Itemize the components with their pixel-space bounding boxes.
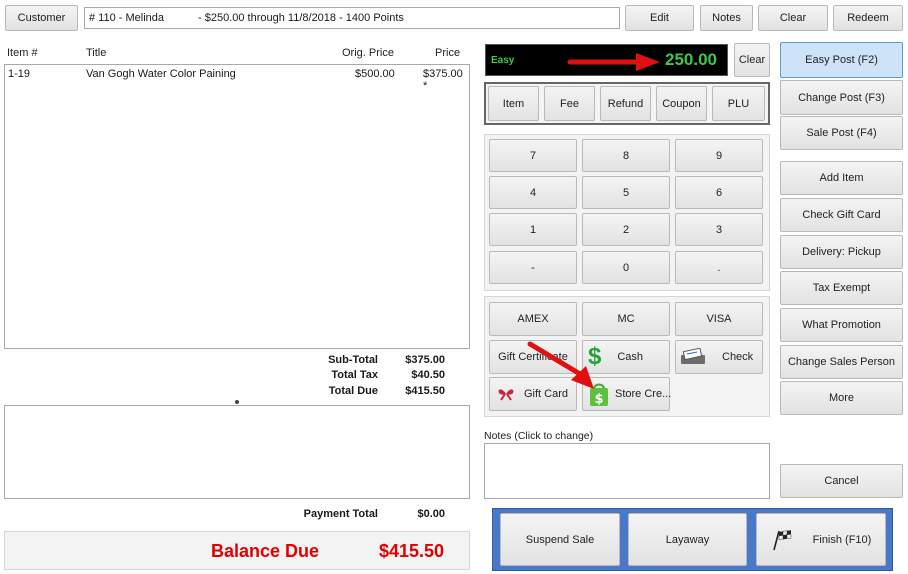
table-row[interactable]: 1-19 Van Gogh Water Color Paining $500.0… — [5, 68, 469, 92]
easy-post-button[interactable]: Easy Post (F2) — [780, 42, 903, 78]
total-due-label: Total Due — [328, 385, 378, 397]
row-title: Van Gogh Water Color Paining — [86, 68, 236, 80]
splitter-handle[interactable] — [235, 400, 239, 404]
tender-store-credit-button[interactable]: $ Store Cre... — [582, 377, 672, 411]
key-6[interactable]: 6 — [675, 176, 763, 209]
clear-customer-button[interactable]: Clear — [758, 5, 828, 31]
change-sales-person-button[interactable]: Change Sales Person — [780, 345, 903, 379]
column-item-number: Item # — [7, 47, 38, 59]
gift-bow-icon — [497, 387, 515, 401]
check-gift-card-button[interactable]: Check Gift Card — [780, 198, 903, 232]
items-list[interactable]: 1-19 Van Gogh Water Color Paining $500.0… — [4, 64, 470, 349]
subtotal-value: $375.00 — [405, 354, 445, 366]
amount-display: Easy 250.00 — [485, 44, 728, 76]
redeem-button[interactable]: Redeem — [833, 5, 903, 31]
key-decimal[interactable]: . — [675, 251, 763, 284]
customer-info-field: # 110 - Melinda - $250.00 through 11/8/2… — [84, 7, 620, 29]
redacted-area — [164, 12, 199, 24]
check-printer-icon — [680, 348, 706, 366]
balance-due-panel: Balance Due $415.50 — [4, 531, 470, 570]
balance-due-label: Balance Due — [211, 541, 320, 561]
balance-due-value: $415.50 — [379, 541, 445, 561]
sale-post-button[interactable]: Sale Post (F4) — [780, 116, 903, 150]
column-orig-price: Orig. Price — [342, 47, 394, 59]
key-8[interactable]: 8 — [582, 139, 670, 172]
layaway-button[interactable]: Layaway — [628, 513, 747, 566]
svg-text:$: $ — [594, 392, 603, 407]
change-post-button[interactable]: Change Post (F3) — [780, 80, 903, 115]
customer-details: - $250.00 through 11/8/2018 - 1400 Point… — [198, 12, 404, 24]
gift-card-label: Gift Card — [524, 388, 569, 400]
item-type-refund[interactable]: Refund — [600, 86, 651, 121]
add-item-button[interactable]: Add Item — [780, 161, 903, 195]
finish-label: Finish (F10) — [812, 533, 872, 546]
key-2[interactable]: 2 — [582, 213, 670, 246]
key-9[interactable]: 9 — [675, 139, 763, 172]
checkered-flag-icon — [771, 529, 795, 551]
payment-total-label: Payment Total — [303, 508, 378, 520]
total-tax-label: Total Tax — [331, 369, 378, 381]
key-3[interactable]: 3 — [675, 213, 763, 246]
tax-exempt-button[interactable]: Tax Exempt — [780, 271, 903, 305]
clear-amount-button[interactable]: Clear — [734, 43, 770, 77]
item-type-fee[interactable]: Fee — [544, 86, 595, 121]
tender-amex-button[interactable]: AMEX — [489, 302, 577, 336]
edit-button[interactable]: Edit — [625, 5, 694, 31]
key-minus[interactable]: - — [489, 251, 577, 284]
tender-mc-button[interactable]: MC — [582, 302, 670, 336]
column-title: Title — [86, 47, 107, 59]
tender-gift-certificate-button[interactable]: Gift Certificate — [489, 340, 577, 374]
tender-gift-card-button[interactable]: Gift Card — [489, 377, 577, 411]
more-button[interactable]: More — [780, 381, 903, 415]
total-tax-value: $40.50 — [411, 369, 445, 381]
item-type-item[interactable]: Item — [488, 86, 539, 121]
row-price: $375.00 * — [423, 68, 463, 92]
payment-total-value: $0.00 — [417, 508, 445, 520]
total-due-value: $415.50 — [405, 385, 445, 397]
what-promotion-button[interactable]: What Promotion — [780, 308, 903, 342]
check-label: Check — [722, 351, 754, 363]
store-credit-label: Store Cre... — [615, 388, 672, 400]
key-7[interactable]: 7 — [489, 139, 577, 172]
subtotal-label: Sub-Total — [328, 354, 378, 366]
key-5[interactable]: 5 — [582, 176, 670, 209]
key-1[interactable]: 1 — [489, 213, 577, 246]
item-type-coupon[interactable]: Coupon — [656, 86, 707, 121]
tender-visa-button[interactable]: VISA — [675, 302, 763, 336]
customer-name: # 110 - Melinda — [89, 12, 165, 24]
notes-box[interactable] — [484, 443, 770, 499]
cancel-button[interactable]: Cancel — [780, 464, 903, 498]
dollar-sign-icon: $ — [588, 343, 602, 370]
row-orig-price: $500.00 — [355, 68, 395, 80]
column-price: Price — [435, 47, 461, 59]
shopping-bag-icon: $ — [588, 381, 610, 407]
tender-cash-button[interactable]: $ Cash — [582, 340, 670, 374]
key-0[interactable]: 0 — [582, 251, 670, 284]
cash-label: Cash — [617, 351, 644, 363]
customer-button[interactable]: Customer — [5, 5, 78, 31]
key-4[interactable]: 4 — [489, 176, 577, 209]
row-item-number: 1-19 — [8, 68, 31, 80]
amount-value: 250.00 — [665, 50, 717, 69]
notes-button[interactable]: Notes — [700, 5, 753, 31]
finish-button[interactable]: Finish (F10) — [756, 513, 886, 566]
delivery-pickup-button[interactable]: Delivery: Pickup — [780, 235, 903, 269]
item-type-plu[interactable]: PLU — [712, 86, 765, 121]
entry-mode-label: Easy — [491, 55, 515, 66]
payments-list[interactable] — [4, 405, 470, 499]
suspend-sale-button[interactable]: Suspend Sale — [500, 513, 620, 566]
tender-check-button[interactable]: Check — [675, 340, 763, 374]
notes-label[interactable]: Notes (Click to change) — [484, 430, 593, 442]
